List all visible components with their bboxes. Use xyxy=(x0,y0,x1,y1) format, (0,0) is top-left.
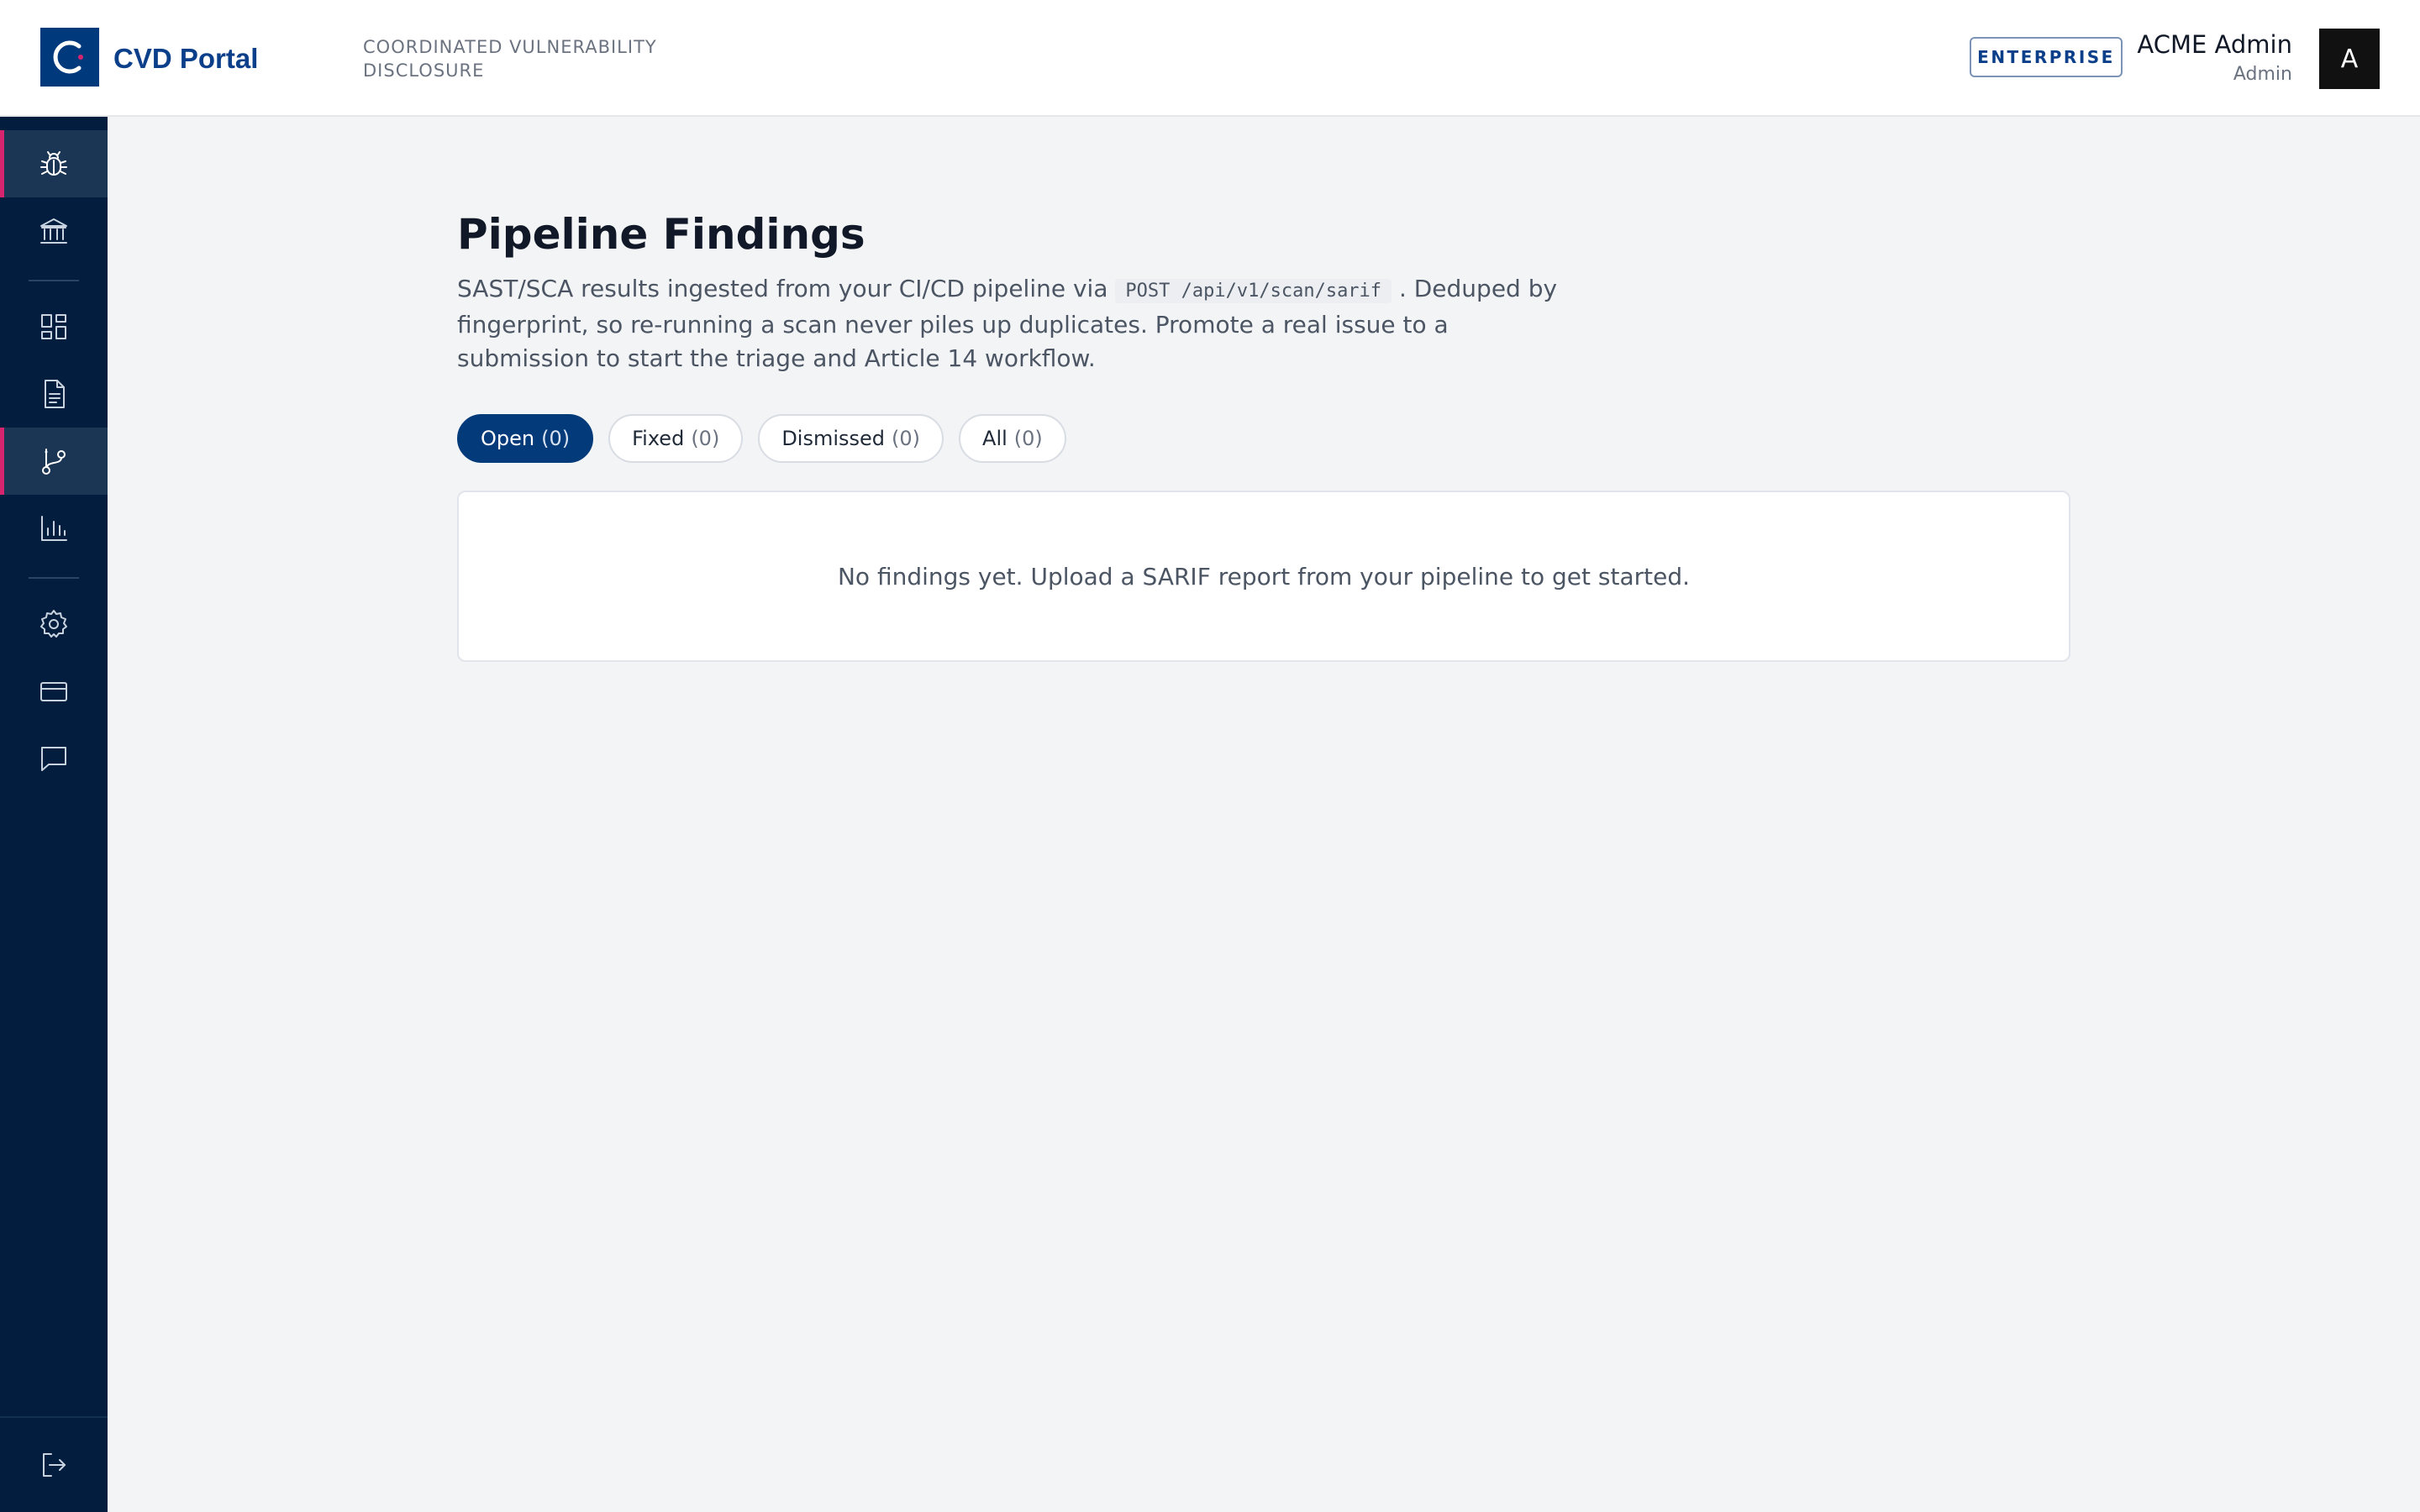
sidebar-footer-divider xyxy=(0,1416,108,1418)
page-title: Pipeline Findings xyxy=(457,210,865,259)
app-tagline: COORDINATED VULNERABILITY DISCLOSURE xyxy=(363,37,657,81)
filter-count: (0) xyxy=(691,427,720,450)
user-name: ACME Admin xyxy=(2137,30,2292,59)
filter-count: (0) xyxy=(541,427,571,450)
filter-label: Dismissed xyxy=(781,427,886,450)
sidebar-item-analytics[interactable] xyxy=(0,495,108,562)
sidebar-item-vulnerabilities[interactable] xyxy=(0,130,108,197)
credit-card-icon xyxy=(40,682,67,701)
empty-state-message: No findings yet. Upload a SARIF report f… xyxy=(837,562,1691,591)
sidebar-item-billing[interactable] xyxy=(0,658,108,725)
filter-count: (0) xyxy=(892,427,921,450)
sidebar-item-disclosure[interactable] xyxy=(0,197,108,265)
top-header: CVD Portal COORDINATED VULNERABILITY DIS… xyxy=(0,0,2420,117)
filter-open[interactable]: Open (0) xyxy=(457,414,594,463)
dashboard-icon xyxy=(41,314,66,339)
api-endpoint-code: POST /api/v1/scan/sarif xyxy=(1115,279,1392,303)
filter-label: Fixed xyxy=(632,427,685,450)
user-role: Admin xyxy=(2233,64,2292,85)
status-filter-group: Open (0) Fixed (0) Dismissed (0) All (0) xyxy=(457,414,1066,463)
logo-icon[interactable] xyxy=(40,28,99,87)
sidebar-item-settings[interactable] xyxy=(0,591,108,658)
sidebar-divider xyxy=(29,280,79,281)
filter-count: (0) xyxy=(1013,427,1043,450)
logout-button[interactable] xyxy=(0,1431,108,1499)
sidebar-item-reports[interactable] xyxy=(0,360,108,428)
gear-icon xyxy=(40,610,67,638)
filter-label: All xyxy=(982,427,1007,450)
document-icon xyxy=(45,380,65,408)
page-description: SAST/SCA results ingested from your CI/C… xyxy=(457,272,1583,375)
sidebar-divider xyxy=(29,577,79,579)
app-name[interactable]: CVD Portal xyxy=(113,39,258,79)
git-branch-icon xyxy=(42,449,66,475)
filter-label: Open xyxy=(481,427,535,450)
filter-all[interactable]: All (0) xyxy=(959,414,1066,463)
bar-chart-icon xyxy=(41,516,67,541)
sidebar-nav xyxy=(0,117,108,1512)
sidebar-item-messages[interactable] xyxy=(0,725,108,792)
description-text: SAST/SCA results ingested from your CI/C… xyxy=(457,275,1116,302)
findings-empty-state: No findings yet. Upload a SARIF report f… xyxy=(457,491,2070,662)
logout-icon xyxy=(43,1453,66,1477)
institution-icon xyxy=(40,218,67,244)
avatar[interactable]: A xyxy=(2319,29,2380,89)
bug-icon xyxy=(40,151,67,176)
sidebar-item-dashboard[interactable] xyxy=(0,293,108,360)
chat-icon xyxy=(41,747,66,771)
filter-fixed[interactable]: Fixed (0) xyxy=(608,414,744,463)
filter-dismissed[interactable]: Dismissed (0) xyxy=(758,414,944,463)
plan-badge: ENTERPRISE xyxy=(1970,37,2123,77)
sidebar-item-pipeline[interactable] xyxy=(0,428,108,495)
